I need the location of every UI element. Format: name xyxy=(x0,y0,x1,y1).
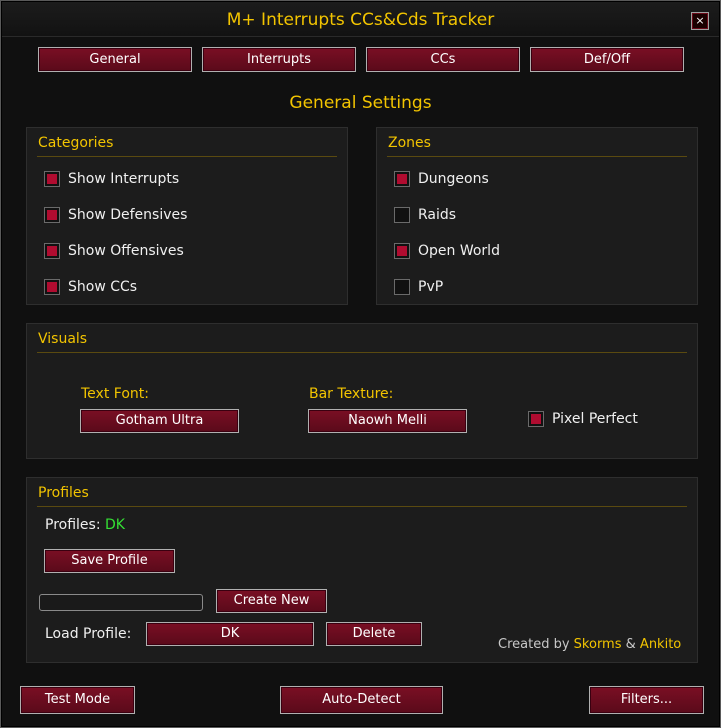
create-new-button[interactable]: Create New xyxy=(216,589,327,613)
profiles-current: Profiles: DK xyxy=(45,517,125,533)
categories-panel: Categories Show Interrupts Show Defensiv… xyxy=(26,127,348,305)
open-world-label: Open World xyxy=(418,243,500,259)
delete-profile-button[interactable]: Delete xyxy=(326,622,422,646)
show-offensives-option[interactable]: Show Offensives xyxy=(44,243,184,259)
credit-author-ankito: Ankito xyxy=(639,637,682,652)
zones-panel: Zones Dungeons Raids Open World PvP xyxy=(376,127,698,305)
text-font-label: Text Font: xyxy=(81,386,149,402)
open-world-option[interactable]: Open World xyxy=(394,243,500,259)
tracker-window: M+ Interrupts CCs&Cds Tracker × General … xyxy=(0,0,721,728)
bar-texture-dropdown[interactable]: Naowh Melli xyxy=(308,409,467,433)
raids-option[interactable]: Raids xyxy=(394,207,456,223)
pixel-perfect-label: Pixel Perfect xyxy=(552,411,638,427)
load-profile-label: Load Profile: xyxy=(45,626,132,642)
visuals-title: Visuals xyxy=(38,331,88,347)
profiles-label: Profiles: xyxy=(45,517,101,533)
visuals-divider xyxy=(37,352,687,353)
categories-divider xyxy=(37,156,337,157)
tab-interrupts[interactable]: Interrupts xyxy=(202,47,356,72)
show-defensives-checkbox[interactable] xyxy=(44,207,60,223)
show-interrupts-label: Show Interrupts xyxy=(68,171,180,187)
pvp-label: PvP xyxy=(418,279,444,295)
tab-general[interactable]: General xyxy=(38,47,192,72)
show-interrupts-option[interactable]: Show Interrupts xyxy=(44,171,179,187)
credit-ampersand: & xyxy=(625,637,636,652)
show-ccs-checkbox[interactable] xyxy=(44,279,60,295)
show-defensives-option[interactable]: Show Defensives xyxy=(44,207,187,223)
raids-checkbox[interactable] xyxy=(394,207,410,223)
credits: Created by Skorms & Ankito xyxy=(498,637,681,652)
tab-ccs[interactable]: CCs xyxy=(366,47,520,72)
bar-texture-label: Bar Texture: xyxy=(309,386,394,402)
test-mode-button[interactable]: Test Mode xyxy=(20,686,135,714)
close-icon: × xyxy=(695,14,705,27)
auto-detect-button[interactable]: Auto-Detect xyxy=(280,686,443,714)
close-button[interactable]: × xyxy=(691,12,709,30)
dungeons-checkbox[interactable] xyxy=(394,171,410,187)
dungeons-option[interactable]: Dungeons xyxy=(394,171,489,187)
show-ccs-label: Show CCs xyxy=(68,279,138,295)
text-font-dropdown[interactable]: Gotham Ultra xyxy=(80,409,239,433)
raids-label: Raids xyxy=(418,207,457,223)
page-title: General Settings xyxy=(289,93,432,113)
profiles-title: Profiles xyxy=(38,485,89,501)
tab-def-off[interactable]: Def/Off xyxy=(530,47,684,72)
window-title: M+ Interrupts CCs&Cds Tracker xyxy=(226,10,495,30)
pvp-checkbox[interactable] xyxy=(394,279,410,295)
zones-title: Zones xyxy=(388,135,431,151)
show-ccs-option[interactable]: Show CCs xyxy=(44,279,137,295)
open-world-checkbox[interactable] xyxy=(394,243,410,259)
filters-button[interactable]: Filters... xyxy=(589,686,704,714)
credit-author-skorms: Skorms xyxy=(573,637,622,652)
title-bar[interactable]: M+ Interrupts CCs&Cds Tracker × xyxy=(2,2,719,37)
credit-prefix: Created by xyxy=(498,637,570,652)
pixel-perfect-checkbox[interactable] xyxy=(528,411,544,427)
profiles-divider xyxy=(37,506,687,507)
save-profile-button[interactable]: Save Profile xyxy=(44,549,175,573)
new-profile-name-input[interactable] xyxy=(39,594,203,611)
load-profile-dropdown[interactable]: DK xyxy=(146,622,314,646)
pvp-option[interactable]: PvP xyxy=(394,279,443,295)
show-offensives-label: Show Offensives xyxy=(68,243,184,259)
categories-title: Categories xyxy=(38,135,114,151)
pixel-perfect-option[interactable]: Pixel Perfect xyxy=(528,411,638,427)
show-defensives-label: Show Defensives xyxy=(68,207,188,223)
show-interrupts-checkbox[interactable] xyxy=(44,171,60,187)
dungeons-label: Dungeons xyxy=(418,171,489,187)
zones-divider xyxy=(387,156,687,157)
current-profile-name: DK xyxy=(105,517,125,533)
show-offensives-checkbox[interactable] xyxy=(44,243,60,259)
